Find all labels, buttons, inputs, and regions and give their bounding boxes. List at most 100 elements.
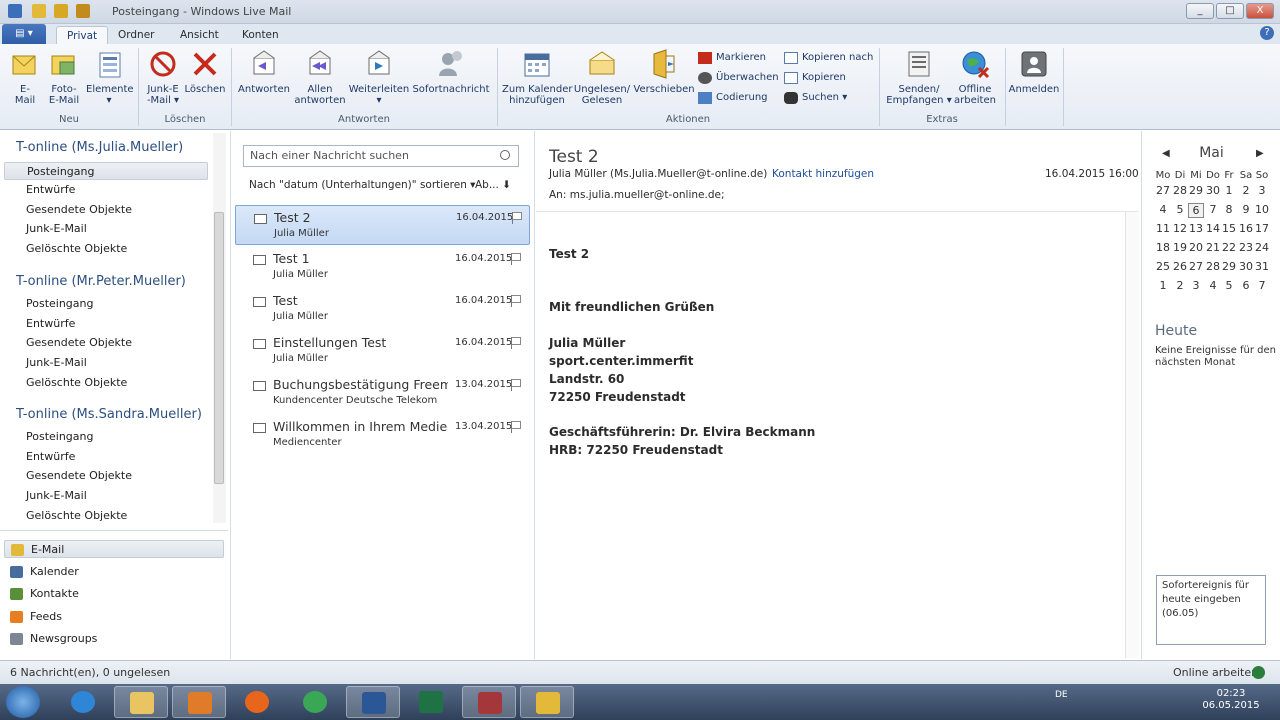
calendar-day[interactable]: 21 [1205, 241, 1221, 254]
flag-icon[interactable] [511, 337, 523, 349]
calendar-day[interactable]: 11 [1155, 222, 1171, 235]
nav-contacts[interactable]: Kontakte [10, 585, 79, 603]
sort-dropdown[interactable]: Nach "datum (Unterhaltungen)" sortieren … [249, 179, 475, 191]
calendar-day[interactable]: 10 [1254, 203, 1270, 216]
calendar-day[interactable]: 26 [1172, 260, 1188, 273]
calendar-day[interactable]: 8 [1221, 203, 1237, 216]
account-header-peter[interactable]: T-online (Mr.Peter.Mueller) [16, 274, 186, 289]
watch-button[interactable]: Überwachen [698, 70, 779, 86]
find-button[interactable]: Suchen ▾ [784, 90, 847, 106]
calendar-day[interactable]: 31 [1254, 260, 1270, 273]
delete-button[interactable]: Löschen [184, 48, 226, 95]
flag-icon[interactable] [511, 295, 523, 307]
folder-entwuerfe-julia[interactable]: Entwürfe [26, 183, 75, 196]
folder-junk-peter[interactable]: Junk-E-Mail [26, 356, 87, 369]
app-icon[interactable] [8, 4, 22, 18]
calendar-day[interactable]: 16 [1238, 222, 1254, 235]
instant-message-button[interactable]: Sofortnachricht [412, 48, 490, 95]
tab-ansicht[interactable]: Ansicht [170, 26, 229, 44]
work-offline-button[interactable]: Offline arbeiten [950, 48, 1000, 106]
add-to-calendar-button[interactable]: Zum Kalender hinzufügen [502, 48, 573, 106]
sign-in-button[interactable]: Anmelden [1008, 48, 1060, 95]
next-month-icon[interactable]: ▶ [1256, 148, 1264, 159]
folder-gesendet-julia[interactable]: Gesendete Objekte [26, 203, 132, 216]
add-contact-link[interactable]: Kontakt hinzufügen [772, 168, 874, 180]
taskbar-ie[interactable] [56, 686, 110, 718]
reply-quick-icon[interactable] [54, 4, 68, 18]
calendar-day[interactable]: 24 [1254, 241, 1270, 254]
taskbar-word[interactable] [346, 686, 400, 718]
start-button[interactable] [6, 686, 40, 718]
taskbar-chrome[interactable] [288, 686, 342, 718]
taskbar-firefox[interactable] [230, 686, 284, 718]
calendar-day[interactable]: 7 [1254, 279, 1270, 292]
calendar-day[interactable]: 9 [1238, 203, 1254, 216]
folder-geloescht-julia[interactable]: Gelöschte Objekte [26, 242, 127, 255]
app-menu-button[interactable]: ▤ ▾ [2, 24, 46, 44]
calendar-day[interactable]: 4 [1205, 279, 1221, 292]
flag-icon[interactable] [511, 379, 523, 391]
calendar-day[interactable]: 14 [1205, 222, 1221, 235]
calendar-day[interactable]: 1 [1221, 184, 1237, 197]
calendar-day[interactable]: 27 [1155, 184, 1171, 197]
tab-ordner[interactable]: Ordner [108, 26, 165, 44]
calendar-day[interactable]: 7 [1205, 203, 1221, 216]
move-button[interactable]: Verschieben [632, 48, 696, 95]
calendar-day[interactable]: 25 [1155, 260, 1171, 273]
calendar-day[interactable]: 4 [1155, 203, 1171, 216]
copy-button[interactable]: Kopieren [784, 70, 846, 86]
close-button[interactable]: X [1246, 3, 1274, 19]
calendar-day[interactable]: 12 [1172, 222, 1188, 235]
calendar-day[interactable]: 29 [1188, 184, 1204, 197]
language-indicator[interactable]: DE [1055, 690, 1068, 700]
copy-to-button[interactable]: Kopieren nach [784, 50, 873, 66]
search-icon[interactable] [500, 150, 510, 160]
online-status[interactable]: Online arbeiten [1173, 666, 1258, 679]
calendar-day[interactable]: 28 [1205, 260, 1221, 273]
minimize-button[interactable]: _ [1186, 3, 1214, 19]
message-item[interactable]: Buchungsbestätigung Freem... Kundencente… [235, 373, 530, 413]
tab-privat[interactable]: Privat [56, 26, 109, 44]
reply-button[interactable]: Antworten [236, 48, 292, 95]
folder-geloescht-sandra[interactable]: Gelöschte Objekte [26, 509, 127, 522]
message-item[interactable]: Test 1 Julia Müller 16.04.2015 [235, 247, 530, 287]
calendar-day[interactable]: 2 [1238, 184, 1254, 197]
mark-button[interactable]: Markieren [698, 50, 766, 66]
folder-entwuerfe-sandra[interactable]: Entwürfe [26, 450, 75, 463]
reply-all-button[interactable]: Allen antworten [292, 48, 348, 106]
folder-geloescht-peter[interactable]: Gelöschte Objekte [26, 376, 127, 389]
folder-entwuerfe-peter[interactable]: Entwürfe [26, 317, 75, 330]
new-mail-icon[interactable] [32, 4, 46, 18]
nav-email[interactable]: E-Mail [4, 540, 224, 558]
calendar-day[interactable]: 5 [1221, 279, 1237, 292]
quick-event-input[interactable]: Sofortereignis für heute eingeben (06.05… [1156, 575, 1266, 645]
folder-posteingang-julia[interactable]: Posteingang [4, 162, 208, 180]
taskbar-live-mail[interactable] [520, 686, 574, 718]
folder-gesendet-peter[interactable]: Gesendete Objekte [26, 336, 132, 349]
nav-calendar[interactable]: Kalender [10, 563, 79, 581]
calendar-day[interactable]: 3 [1188, 279, 1204, 292]
calendar-day[interactable]: 15 [1221, 222, 1237, 235]
calendar-day[interactable]: 23 [1238, 241, 1254, 254]
flag-icon[interactable] [511, 421, 523, 433]
tab-konten[interactable]: Konten [232, 26, 289, 44]
message-item[interactable]: Test Julia Müller 16.04.2015 [235, 289, 530, 329]
clock[interactable]: 02:23 06.05.2015 [1200, 688, 1262, 712]
encoding-button[interactable]: Codierung [698, 90, 768, 106]
calendar-day[interactable]: 1 [1155, 279, 1171, 292]
reader-scrollbar[interactable] [1125, 212, 1139, 658]
unread-read-button[interactable]: Ungelesen/ Gelesen [572, 48, 632, 106]
help-icon[interactable]: ? [1260, 26, 1274, 40]
message-item[interactable]: Test 2 Julia Müller 16.04.2015 [235, 205, 530, 245]
calendar-day[interactable]: 5 [1172, 203, 1188, 216]
folder-scroll-thumb[interactable] [214, 212, 224, 484]
calendar-day[interactable]: 30 [1238, 260, 1254, 273]
nav-feeds[interactable]: Feeds [10, 608, 62, 626]
taskbar-excel[interactable] [404, 686, 458, 718]
forward-button[interactable]: Weiterleiten ▾ [348, 48, 410, 106]
message-item[interactable]: Einstellungen Test Julia Müller 16.04.20… [235, 331, 530, 371]
calendar-day[interactable]: 18 [1155, 241, 1171, 254]
account-header-sandra[interactable]: T-online (Ms.Sandra.Mueller) [16, 407, 202, 422]
folder-junk-julia[interactable]: Junk-E-Mail [26, 222, 87, 235]
calendar-day[interactable]: 20 [1188, 241, 1204, 254]
